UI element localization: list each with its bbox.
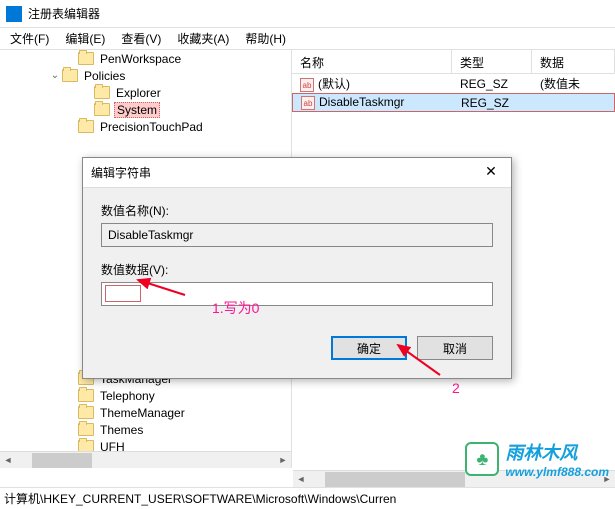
- folder-icon: [78, 389, 94, 402]
- list-row[interactable]: ab(默认)REG_SZ(数值未: [292, 74, 615, 93]
- tree-label: ThemeManager: [98, 406, 187, 420]
- tree-item-explorer[interactable]: Explorer: [0, 84, 163, 101]
- folder-icon: [94, 86, 110, 99]
- folder-icon: [78, 406, 94, 419]
- menu-view[interactable]: 查看(V): [115, 28, 167, 49]
- tree-item-system[interactable]: System: [0, 101, 160, 118]
- value-input[interactable]: [101, 282, 493, 306]
- tree-label: PenWorkspace: [98, 52, 183, 66]
- menu-help[interactable]: 帮助(H): [239, 28, 292, 49]
- watermark-cn: 雨林木风: [505, 439, 609, 465]
- edit-string-dialog: 编辑字符串 ✕ 数值名称(N): 数值数据(V): 确定 取消: [82, 157, 512, 379]
- col-name[interactable]: 名称: [292, 50, 452, 73]
- string-value-icon: ab: [300, 78, 314, 92]
- value-name-cell: abDisableTaskmgr: [293, 95, 453, 111]
- scroll-thumb[interactable]: [32, 453, 92, 468]
- watermark: ♣ 雨林木风 www.ylmf888.com: [465, 439, 609, 479]
- value-name-cell: ab(默认): [292, 75, 452, 93]
- value-data-cell: (数值未: [532, 75, 615, 92]
- ok-button[interactable]: 确定: [331, 336, 407, 360]
- col-type[interactable]: 类型: [452, 50, 532, 73]
- tree-label: Themes: [98, 423, 145, 437]
- dialog-title-text: 编辑字符串: [91, 164, 151, 181]
- folder-icon: [78, 120, 94, 133]
- cancel-button[interactable]: 取消: [417, 336, 493, 360]
- string-value-icon: ab: [301, 96, 315, 110]
- folder-icon: [94, 103, 110, 116]
- menubar: 文件(F) 编辑(E) 查看(V) 收藏夹(A) 帮助(H): [0, 28, 615, 50]
- folder-icon: [78, 423, 94, 436]
- tree-label: PrecisionTouchPad: [98, 120, 205, 134]
- tree-label: Telephony: [98, 389, 157, 403]
- tree-item-thememanager[interactable]: ThemeManager: [0, 404, 187, 421]
- tree-item-precisiontouchpad[interactable]: PrecisionTouchPad: [0, 118, 205, 135]
- name-input: [101, 223, 493, 247]
- folder-icon: [62, 69, 78, 82]
- scroll-right-icon[interactable]: ►: [275, 455, 291, 465]
- value-type-cell: REG_SZ: [452, 77, 532, 91]
- tree-toggle-icon[interactable]: ⌄: [48, 70, 62, 81]
- menu-edit[interactable]: 编辑(E): [59, 28, 111, 49]
- folder-icon: [78, 52, 94, 65]
- menu-favorites[interactable]: 收藏夹(A): [171, 28, 235, 49]
- tree-item-policies[interactable]: ⌄ Policies: [0, 67, 127, 84]
- tree-item-penworkspace[interactable]: PenWorkspace: [0, 50, 183, 67]
- col-data[interactable]: 数据: [532, 50, 615, 73]
- tree-label: Policies: [82, 69, 127, 83]
- menu-file[interactable]: 文件(F): [4, 28, 55, 49]
- app-icon: [6, 6, 22, 22]
- tree-item-themes[interactable]: Themes: [0, 421, 145, 438]
- tree-hscroll[interactable]: ◄ ►: [0, 451, 291, 468]
- tree-label: System: [114, 102, 160, 118]
- dialog-titlebar[interactable]: 编辑字符串 ✕: [83, 158, 511, 188]
- watermark-url: www.ylmf888.com: [505, 465, 609, 479]
- tree-label: Explorer: [114, 86, 163, 100]
- name-label: 数值名称(N):: [101, 202, 493, 219]
- status-path: 计算机\HKEY_CURRENT_USER\SOFTWARE\Microsoft…: [4, 490, 396, 507]
- scroll-left-icon[interactable]: ◄: [0, 455, 16, 465]
- watermark-logo-icon: ♣: [465, 442, 499, 476]
- window-title: 注册表编辑器: [28, 5, 100, 22]
- data-label: 数值数据(V):: [101, 261, 493, 278]
- list-header: 名称 类型 数据: [292, 50, 615, 74]
- tree-item-telephony[interactable]: Telephony: [0, 387, 157, 404]
- close-icon[interactable]: ✕: [479, 163, 503, 183]
- list-row[interactable]: abDisableTaskmgrREG_SZ: [292, 93, 615, 112]
- titlebar: 注册表编辑器: [0, 0, 615, 28]
- value-type-cell: REG_SZ: [453, 96, 533, 110]
- statusbar: 计算机\HKEY_CURRENT_USER\SOFTWARE\Microsoft…: [0, 487, 615, 509]
